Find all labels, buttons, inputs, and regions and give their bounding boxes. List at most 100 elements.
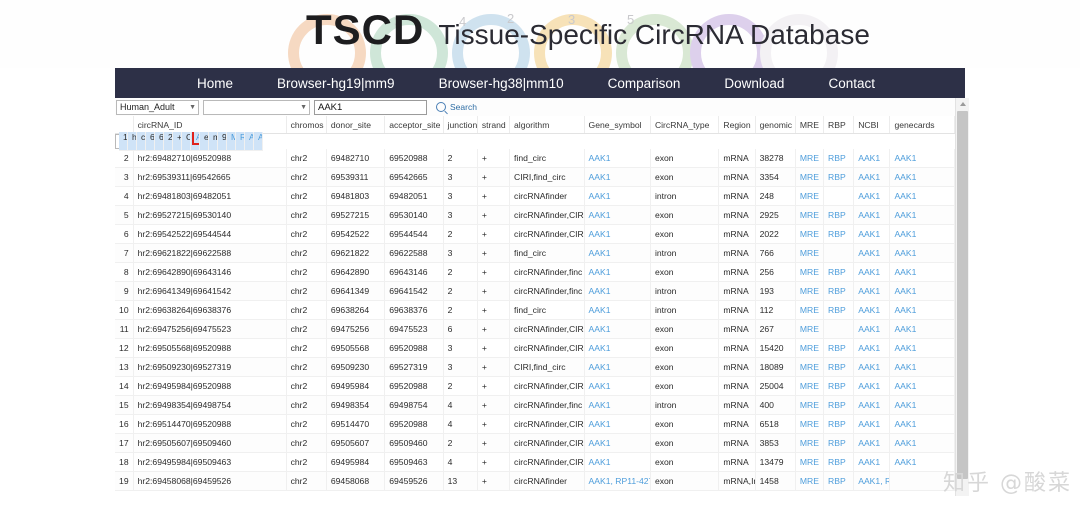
nav-comparison[interactable]: Comparison	[608, 76, 681, 91]
genecards-link[interactable]: AAK1	[894, 343, 916, 353]
cell-rbp[interactable]: RBP	[824, 339, 854, 358]
mre-link[interactable]: MRE	[800, 172, 819, 182]
cell-gene-symbol[interactable]: AAK1	[584, 396, 650, 415]
gene-symbol-link[interactable]: AAK1	[589, 286, 611, 296]
cell-rbp[interactable]: RBP	[824, 434, 854, 453]
col-chromos[interactable]: chromos	[286, 116, 326, 134]
genecards-link[interactable]: AAK1	[894, 172, 916, 182]
cell-mre[interactable]: MRE	[795, 339, 823, 358]
rbp-link[interactable]: RBP	[828, 305, 846, 315]
col-circrna-id[interactable]: circRNA_ID	[133, 116, 286, 134]
cell-mre[interactable]: MRE	[795, 377, 823, 396]
cell-genecards[interactable]: AAK1	[890, 168, 955, 187]
gene-symbol-link[interactable]: AAK1	[589, 362, 611, 372]
ncbi-link[interactable]: AAK1	[858, 286, 880, 296]
gene-symbol-link[interactable]: AAK1	[589, 324, 611, 334]
cell-genecards[interactable]: AAK1	[890, 339, 955, 358]
gene-symbol-link[interactable]: AAK1	[589, 248, 611, 258]
cell-gene-symbol[interactable]: AAK1	[584, 301, 650, 320]
mre-link[interactable]: MRE	[800, 248, 819, 258]
cell-genecards[interactable]: AAK1	[890, 377, 955, 396]
table-row[interactable]: 3hr2:69539311|69542665chr269539311695426…	[115, 168, 955, 187]
cell-genecards[interactable]: AAK1	[890, 320, 955, 339]
gene-symbol-link[interactable]: AAK1	[589, 267, 611, 277]
rbp-link[interactable]: RBP	[828, 362, 846, 372]
table-row[interactable]: 18hr2:69495984|69509463chr26949598469509…	[115, 453, 955, 472]
table-row[interactable]: 8hr2:69642890|69643146chr269642890696431…	[115, 263, 955, 282]
cell-gene-symbol[interactable]: AAK1	[584, 434, 650, 453]
cell-rbp[interactable]: RBP	[824, 453, 854, 472]
nav-home[interactable]: Home	[197, 76, 233, 91]
gene-symbol-link[interactable]: AAK1	[589, 305, 611, 315]
gene-symbol-link[interactable]: AAK1	[589, 191, 611, 201]
genecards-link[interactable]: AAK1	[894, 457, 916, 467]
mre-link[interactable]: MRE	[800, 229, 819, 239]
vertical-scrollbar[interactable]	[955, 98, 969, 496]
nav-contact[interactable]: Contact	[828, 76, 875, 91]
genecards-link[interactable]: AAK1	[258, 132, 263, 142]
cell-mre[interactable]: MRE	[795, 415, 823, 434]
cell-rbp[interactable]: RBP	[824, 225, 854, 244]
cell-mre[interactable]: MRE	[795, 168, 823, 187]
rbp-link[interactable]: RBP	[828, 229, 846, 239]
cell-gene-symbol[interactable]: AAK1	[584, 339, 650, 358]
rbp-link[interactable]: RBP	[828, 153, 846, 163]
cell-ncbi[interactable]: AAK1	[854, 396, 890, 415]
cell-genecards[interactable]: AAK1	[890, 453, 955, 472]
ncbi-link[interactable]: AAK1	[858, 400, 880, 410]
ncbi-link[interactable]: AAK1	[858, 229, 880, 239]
table-row[interactable]: 9hr2:69641349|69641542chr269641349696415…	[115, 282, 955, 301]
col-index[interactable]	[115, 116, 133, 134]
cell-gene-symbol[interactable]: AAK1	[584, 282, 650, 301]
table-row[interactable]: 2hr2:69482710|69520988chr269482710695209…	[115, 149, 955, 168]
cell-rbp[interactable]: RBP	[824, 415, 854, 434]
search-button[interactable]: Search	[436, 102, 477, 112]
gene-symbol-link[interactable]: AAK1	[589, 172, 611, 182]
cell-gene-symbol[interactable]: AAK1	[584, 453, 650, 472]
ncbi-link[interactable]: AAK1	[858, 362, 880, 372]
cell-mre[interactable]: MRE	[795, 244, 823, 263]
gene-symbol-link[interactable]: AAK1	[589, 381, 611, 391]
cell-ncbi[interactable]: AAK1, RF	[854, 472, 890, 491]
table-row[interactable]: 16hr2:69514470|69520988chr26951447069520…	[115, 415, 955, 434]
cell-rbp[interactable]: RBP	[824, 472, 854, 491]
rbp-link[interactable]: RBP	[828, 267, 846, 277]
genecards-link[interactable]: AAK1	[894, 248, 916, 258]
col-rbp[interactable]: RBP	[824, 116, 854, 134]
col-genecards[interactable]: genecards	[890, 116, 955, 134]
table-row[interactable]: 11hr2:69475256|69475523chr26947525669475…	[115, 320, 955, 339]
cell-genecards[interactable]: AAK1	[890, 244, 955, 263]
cell-mre[interactable]: MRE	[795, 149, 823, 168]
scroll-up-button[interactable]	[956, 98, 969, 110]
genecards-link[interactable]: AAK1	[894, 267, 916, 277]
genecards-link[interactable]: AAK1	[894, 381, 916, 391]
genecards-link[interactable]: AAK1	[894, 210, 916, 220]
cell-ncbi[interactable]: AAK1	[854, 149, 890, 168]
cell-rbp[interactable]: RBP	[824, 301, 854, 320]
col-region[interactable]: Region	[719, 116, 755, 134]
cell-ncbi[interactable]: AAK1	[854, 187, 890, 206]
cell-ncbi[interactable]: AAK1	[854, 206, 890, 225]
cell-genecards[interactable]: AAK1	[890, 415, 955, 434]
cell-genecards[interactable]: AAK1	[890, 396, 955, 415]
rbp-link[interactable]: RBP	[828, 286, 846, 296]
genecards-link[interactable]: AAK1	[894, 400, 916, 410]
genecards-link[interactable]: AAK1	[894, 286, 916, 296]
gene-symbol-link[interactable]: AAK1	[589, 419, 611, 429]
genecards-link[interactable]: AAK1	[894, 191, 916, 201]
gene-symbol-link[interactable]: AAK1	[589, 400, 611, 410]
cell-gene-symbol[interactable]: AAK1	[584, 149, 650, 168]
cell-ncbi[interactable]: AAK1	[854, 434, 890, 453]
table-row[interactable]: 4hr2:69481803|69482051chr269481803694820…	[115, 187, 955, 206]
cell-ncbi[interactable]: AAK1	[854, 453, 890, 472]
cell-ncbi[interactable]: AAK1	[854, 301, 890, 320]
table-row[interactable]: 14hr2:69495984|69520988chr26949598469520…	[115, 377, 955, 396]
ncbi-link[interactable]: AAK1	[858, 248, 880, 258]
cell-rbp[interactable]: RBP	[824, 168, 854, 187]
cell-mre[interactable]: MRE	[795, 358, 823, 377]
ncbi-link[interactable]: AAK1	[858, 457, 880, 467]
mre-link[interactable]: MRE	[800, 419, 819, 429]
cell-gene-symbol[interactable]: AAK1	[584, 187, 650, 206]
genecards-link[interactable]: AAK1	[894, 305, 916, 315]
ncbi-link[interactable]: AAK1	[858, 419, 880, 429]
